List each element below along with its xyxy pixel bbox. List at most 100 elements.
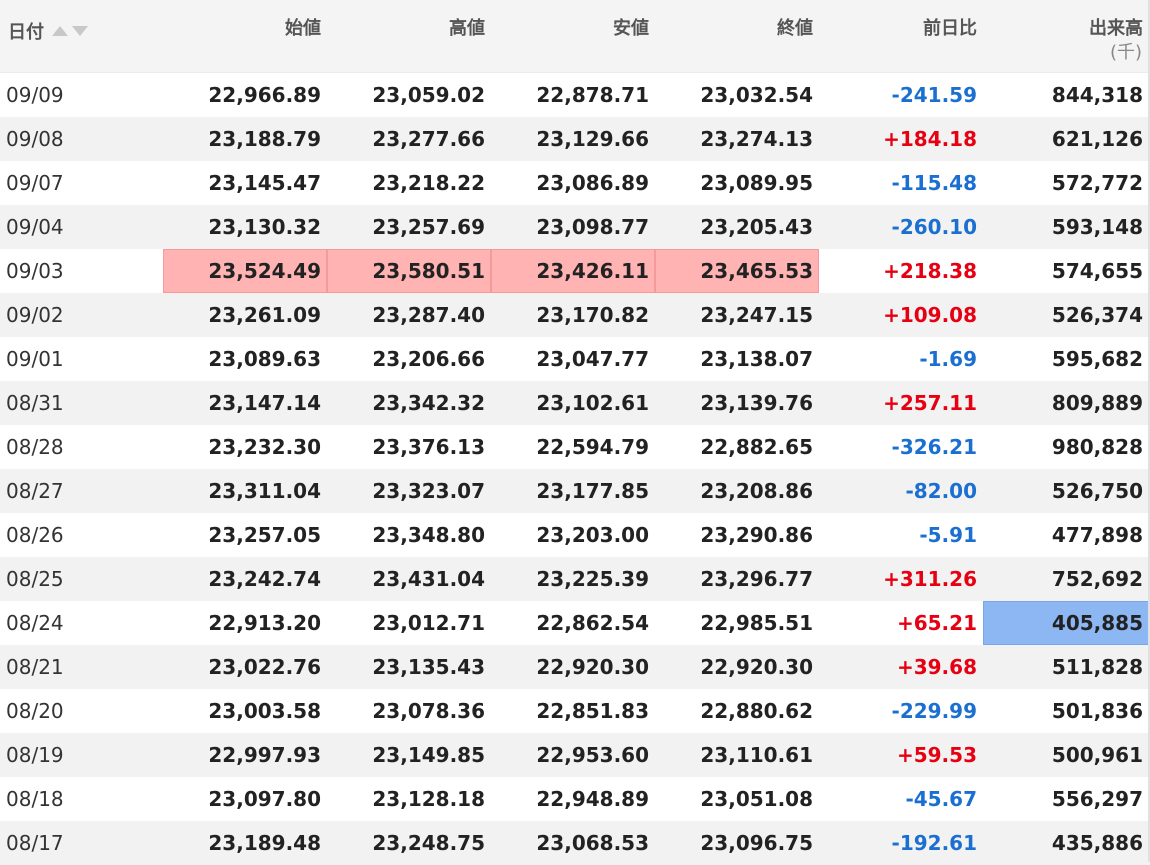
high-cell: 23,218.22 bbox=[372, 171, 485, 195]
close-cell: 23,110.61 bbox=[700, 743, 813, 767]
date-cell: 09/01 bbox=[6, 347, 64, 371]
date-cell: 09/07 bbox=[6, 171, 64, 195]
header-high: 高値 bbox=[449, 18, 485, 39]
open-cell: 23,147.14 bbox=[208, 391, 321, 415]
volume-cell: 844,318 bbox=[1051, 83, 1143, 107]
change-cell: +218.38 bbox=[883, 259, 977, 283]
table-row: 09/03 23,524.49 23,580.51 23,426.11 23,465.5… bbox=[0, 249, 1150, 293]
low-cell: 23,068.53 bbox=[536, 831, 649, 855]
change-cell: +311.26 bbox=[883, 567, 977, 591]
high-cell: 23,248.75 bbox=[372, 831, 485, 855]
high-cell: 23,257.69 bbox=[372, 215, 485, 239]
volume-cell: 435,886 bbox=[1051, 831, 1143, 855]
close-cell: 23,051.08 bbox=[700, 787, 813, 811]
low-cell: 23,129.66 bbox=[536, 127, 649, 151]
volume-cell: 980,828 bbox=[1051, 435, 1143, 459]
table-row: 09/07 23,145.47 23,218.22 23,086.89 23,089.9… bbox=[0, 161, 1150, 205]
change-cell: -260.10 bbox=[891, 215, 977, 239]
high-cell: 23,323.07 bbox=[372, 479, 485, 503]
open-cell: 23,261.09 bbox=[208, 303, 321, 327]
sort-descending-icon[interactable] bbox=[72, 26, 88, 36]
table-body: 09/09 22,966.89 23,059.02 22,878.71 23,032.5… bbox=[0, 73, 1150, 865]
open-cell: 23,130.32 bbox=[208, 215, 321, 239]
close-cell: 23,139.76 bbox=[700, 391, 813, 415]
date-cell: 08/24 bbox=[6, 611, 64, 635]
high-cell: 23,128.18 bbox=[372, 787, 485, 811]
table-row: 09/09 22,966.89 23,059.02 22,878.71 23,032.5… bbox=[0, 73, 1150, 117]
volume-cell: 556,297 bbox=[1051, 787, 1143, 811]
close-cell: 23,296.77 bbox=[700, 567, 813, 591]
high-cell: 23,376.13 bbox=[372, 435, 485, 459]
high-cell: 23,059.02 bbox=[372, 83, 485, 107]
table-row: 08/18 23,097.80 23,128.18 22,948.89 23,051.0… bbox=[0, 777, 1150, 821]
close-cell: 22,985.51 bbox=[700, 611, 813, 635]
volume-cell: 526,374 bbox=[1051, 303, 1143, 327]
high-cell: 23,149.85 bbox=[372, 743, 485, 767]
volume-cell: 809,889 bbox=[1051, 391, 1143, 415]
header-volume-unit: (千) bbox=[1109, 42, 1142, 63]
high-cell: 23,287.40 bbox=[372, 303, 485, 327]
low-cell: 22,862.54 bbox=[536, 611, 649, 635]
volume-cell: 405,885 bbox=[983, 601, 1150, 645]
table-row: 08/21 23,022.76 23,135.43 22,920.30 22,920.3… bbox=[0, 645, 1150, 689]
header-date[interactable]: 日付 bbox=[8, 18, 88, 44]
close-cell: 23,205.43 bbox=[700, 215, 813, 239]
close-cell: 23,465.53 bbox=[655, 249, 819, 293]
open-cell: 22,913.20 bbox=[208, 611, 321, 635]
date-cell: 08/19 bbox=[6, 743, 64, 767]
volume-cell: 574,655 bbox=[1051, 259, 1143, 283]
low-cell: 22,594.79 bbox=[536, 435, 649, 459]
close-cell: 23,089.95 bbox=[700, 171, 813, 195]
table-row: 08/25 23,242.74 23,431.04 23,225.39 23,296.7… bbox=[0, 557, 1150, 601]
change-cell: -229.99 bbox=[891, 699, 977, 723]
volume-cell: 595,682 bbox=[1051, 347, 1143, 371]
low-cell: 23,086.89 bbox=[536, 171, 649, 195]
change-cell: +39.68 bbox=[896, 655, 977, 679]
high-cell: 23,277.66 bbox=[372, 127, 485, 151]
open-cell: 23,003.58 bbox=[208, 699, 321, 723]
volume-cell: 752,692 bbox=[1051, 567, 1143, 591]
change-cell: -5.91 bbox=[919, 523, 977, 547]
open-cell: 22,997.93 bbox=[208, 743, 321, 767]
date-cell: 08/21 bbox=[6, 655, 64, 679]
volume-cell: 511,828 bbox=[1051, 655, 1143, 679]
open-cell: 23,022.76 bbox=[208, 655, 321, 679]
table-row: 08/31 23,147.14 23,342.32 23,102.61 23,139.7… bbox=[0, 381, 1150, 425]
low-cell: 22,920.30 bbox=[536, 655, 649, 679]
low-cell: 23,203.00 bbox=[536, 523, 649, 547]
header-low: 安値 bbox=[613, 18, 649, 39]
header-date-label: 日付 bbox=[8, 22, 44, 43]
close-cell: 23,208.86 bbox=[700, 479, 813, 503]
date-cell: 08/18 bbox=[6, 787, 64, 811]
date-cell: 08/28 bbox=[6, 435, 64, 459]
date-cell: 09/09 bbox=[6, 83, 64, 107]
low-cell: 23,225.39 bbox=[536, 567, 649, 591]
volume-cell: 621,126 bbox=[1051, 127, 1143, 151]
change-cell: -82.00 bbox=[905, 479, 977, 503]
table-header: 日付 始値 高値 安値 終値 前日比 出来高 (千) bbox=[0, 0, 1150, 73]
date-cell: 09/03 bbox=[6, 259, 64, 283]
open-cell: 23,089.63 bbox=[208, 347, 321, 371]
change-cell: +257.11 bbox=[883, 391, 977, 415]
low-cell: 23,102.61 bbox=[536, 391, 649, 415]
table-row: 08/26 23,257.05 23,348.80 23,203.00 23,290.8… bbox=[0, 513, 1150, 557]
volume-cell: 526,750 bbox=[1051, 479, 1143, 503]
sort-controls[interactable] bbox=[52, 26, 88, 36]
high-cell: 23,580.51 bbox=[327, 249, 491, 293]
table-row: 09/04 23,130.32 23,257.69 23,098.77 23,205.4… bbox=[0, 205, 1150, 249]
open-cell: 23,097.80 bbox=[208, 787, 321, 811]
table-row: 08/20 23,003.58 23,078.36 22,851.83 22,880.6… bbox=[0, 689, 1150, 733]
table-row: 08/24 22,913.20 23,012.71 22,862.54 22,985.5… bbox=[0, 601, 1150, 645]
date-cell: 08/20 bbox=[6, 699, 64, 723]
header-close: 終値 bbox=[777, 18, 813, 39]
sort-ascending-icon[interactable] bbox=[52, 26, 68, 36]
close-cell: 23,290.86 bbox=[700, 523, 813, 547]
low-cell: 23,177.85 bbox=[536, 479, 649, 503]
open-cell: 23,189.48 bbox=[208, 831, 321, 855]
table-row: 09/01 23,089.63 23,206.66 23,047.77 23,138.0… bbox=[0, 337, 1150, 381]
open-cell: 23,311.04 bbox=[208, 479, 321, 503]
close-cell: 22,880.62 bbox=[700, 699, 813, 723]
table-row: 08/19 22,997.93 23,149.85 22,953.60 23,110.6… bbox=[0, 733, 1150, 777]
low-cell: 22,948.89 bbox=[536, 787, 649, 811]
price-history-table: 日付 始値 高値 安値 終値 前日比 出来高 (千) 09/09 22,966.8… bbox=[0, 0, 1150, 865]
